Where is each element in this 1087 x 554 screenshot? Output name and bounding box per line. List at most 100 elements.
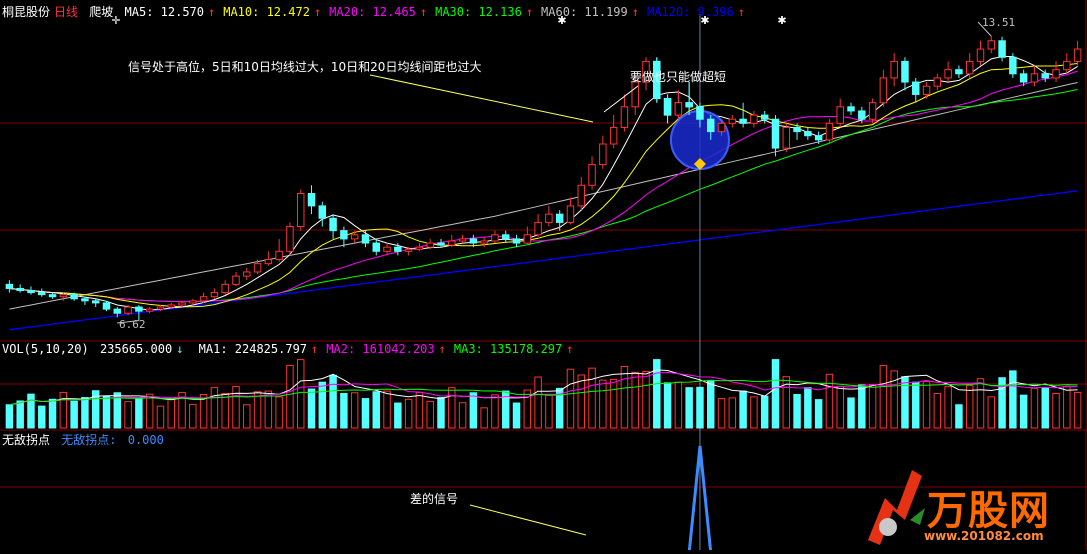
volume-bar <box>426 400 434 429</box>
candle-up <box>167 304 175 308</box>
volume-bar <box>329 374 337 429</box>
volume-ma-item: MA1: 224825.797 ↑ <box>199 342 323 356</box>
volume-bar <box>16 400 24 429</box>
candle-down <box>912 81 920 95</box>
candle-up <box>404 248 413 252</box>
volume-bar <box>480 407 488 429</box>
volume-bar <box>836 385 844 429</box>
volume-ma-value: MA1: 224825.797 <box>198 342 308 356</box>
candle-down <box>814 135 823 141</box>
annotation-short-term: 要做也只能做超短 <box>630 70 727 84</box>
volume-bar <box>318 381 327 429</box>
volume-bar <box>696 386 704 429</box>
candle-up <box>825 122 834 141</box>
volume-bar <box>545 394 553 429</box>
volume-bar <box>124 401 132 429</box>
candle-up <box>836 106 844 124</box>
stock-name: 桐昆股份 <box>2 5 51 19</box>
high-price-label: 13.51 <box>982 16 1016 29</box>
candle-down <box>81 298 89 302</box>
candle-down <box>555 213 564 223</box>
volume-bar <box>674 381 683 429</box>
volume-bar <box>102 396 111 429</box>
volume-bar <box>771 359 780 429</box>
ma-value: MA120: 9.396 <box>646 5 734 19</box>
volume-bar <box>804 387 812 429</box>
volume-bar <box>814 399 823 429</box>
candle-down <box>340 230 348 240</box>
candle-down <box>5 283 14 289</box>
watermark-brand: 万股网 <box>927 488 1050 534</box>
candle-down <box>501 234 510 240</box>
candle-down <box>113 308 122 314</box>
period-label: 日线 <box>54 5 79 19</box>
volume-bar <box>566 368 575 429</box>
volume-bar <box>275 396 283 429</box>
candle-down <box>27 290 35 294</box>
top-star-marker: ✱ <box>777 14 786 27</box>
volume-bar <box>81 397 89 429</box>
candle-down <box>793 126 801 133</box>
volume-bar <box>383 390 391 429</box>
volume-bar <box>933 392 942 429</box>
volume-bar <box>296 359 305 429</box>
volume-bar <box>135 397 143 429</box>
candle-down <box>685 102 693 108</box>
volume-bar <box>340 392 348 429</box>
volume-bar <box>620 365 629 429</box>
candle-up <box>286 226 294 252</box>
volume-bar <box>512 402 521 429</box>
volume-bar <box>221 392 229 429</box>
volume-bar <box>599 379 607 429</box>
candle-down <box>307 193 316 207</box>
candle-up <box>944 69 952 79</box>
candle-down <box>760 114 769 120</box>
candle-up <box>674 102 683 116</box>
candle-up <box>879 77 888 104</box>
candle-down <box>16 287 24 292</box>
volume-bar <box>534 376 542 429</box>
volume-bar <box>1041 387 1049 429</box>
volume-bar <box>825 373 834 429</box>
candle-down <box>38 292 46 296</box>
candle-down <box>70 294 78 300</box>
candle-down <box>804 131 812 137</box>
ma-arrow: ↑ <box>208 5 216 19</box>
volume-bar <box>1073 391 1082 429</box>
volume-bar <box>437 397 445 429</box>
volume-bar <box>458 402 467 429</box>
candle-up <box>922 85 931 95</box>
candle-down <box>372 242 380 252</box>
volume-bar <box>264 390 273 429</box>
low-price-label: 6.62 <box>119 318 146 331</box>
candle-up <box>426 242 434 248</box>
volume-header: VOL(5,10,20) 235665.000 ↓ MA1: 224825.797… <box>2 342 585 356</box>
candle-up <box>599 143 607 166</box>
candle-up <box>296 193 305 228</box>
signal-title: 无敌拐点 <box>2 433 51 447</box>
candle-up <box>124 306 132 314</box>
candle-up <box>782 126 791 149</box>
volume-bar <box>760 395 769 429</box>
volume-bar <box>577 374 586 429</box>
volume-bar <box>1009 370 1017 429</box>
volume-bar <box>156 405 165 429</box>
volume-value: 235665.000 ↓ <box>100 342 187 356</box>
volume-bar <box>631 371 639 429</box>
stock-chart-svg[interactable]: ✛ ✱ ✱ ✱ <box>0 0 1087 554</box>
ma-arrow: ↑ <box>525 5 534 19</box>
volume-bar <box>847 397 855 429</box>
volume-bar <box>976 378 985 429</box>
candle-down <box>955 69 963 75</box>
volume-bar <box>38 405 46 429</box>
candle-up <box>577 184 586 207</box>
candle-up <box>717 122 726 133</box>
candle-up <box>728 118 737 124</box>
candle-up <box>199 296 208 302</box>
candle-up <box>145 308 154 312</box>
main-header: 桐昆股份 日线 爬坡 MA5: 12.570 ↑ MA10: 12.472 ↑ MA20:… <box>2 3 757 20</box>
candle-up <box>275 250 283 261</box>
candle-down <box>394 246 402 252</box>
candle-up <box>868 102 877 120</box>
candle-up <box>491 234 499 242</box>
